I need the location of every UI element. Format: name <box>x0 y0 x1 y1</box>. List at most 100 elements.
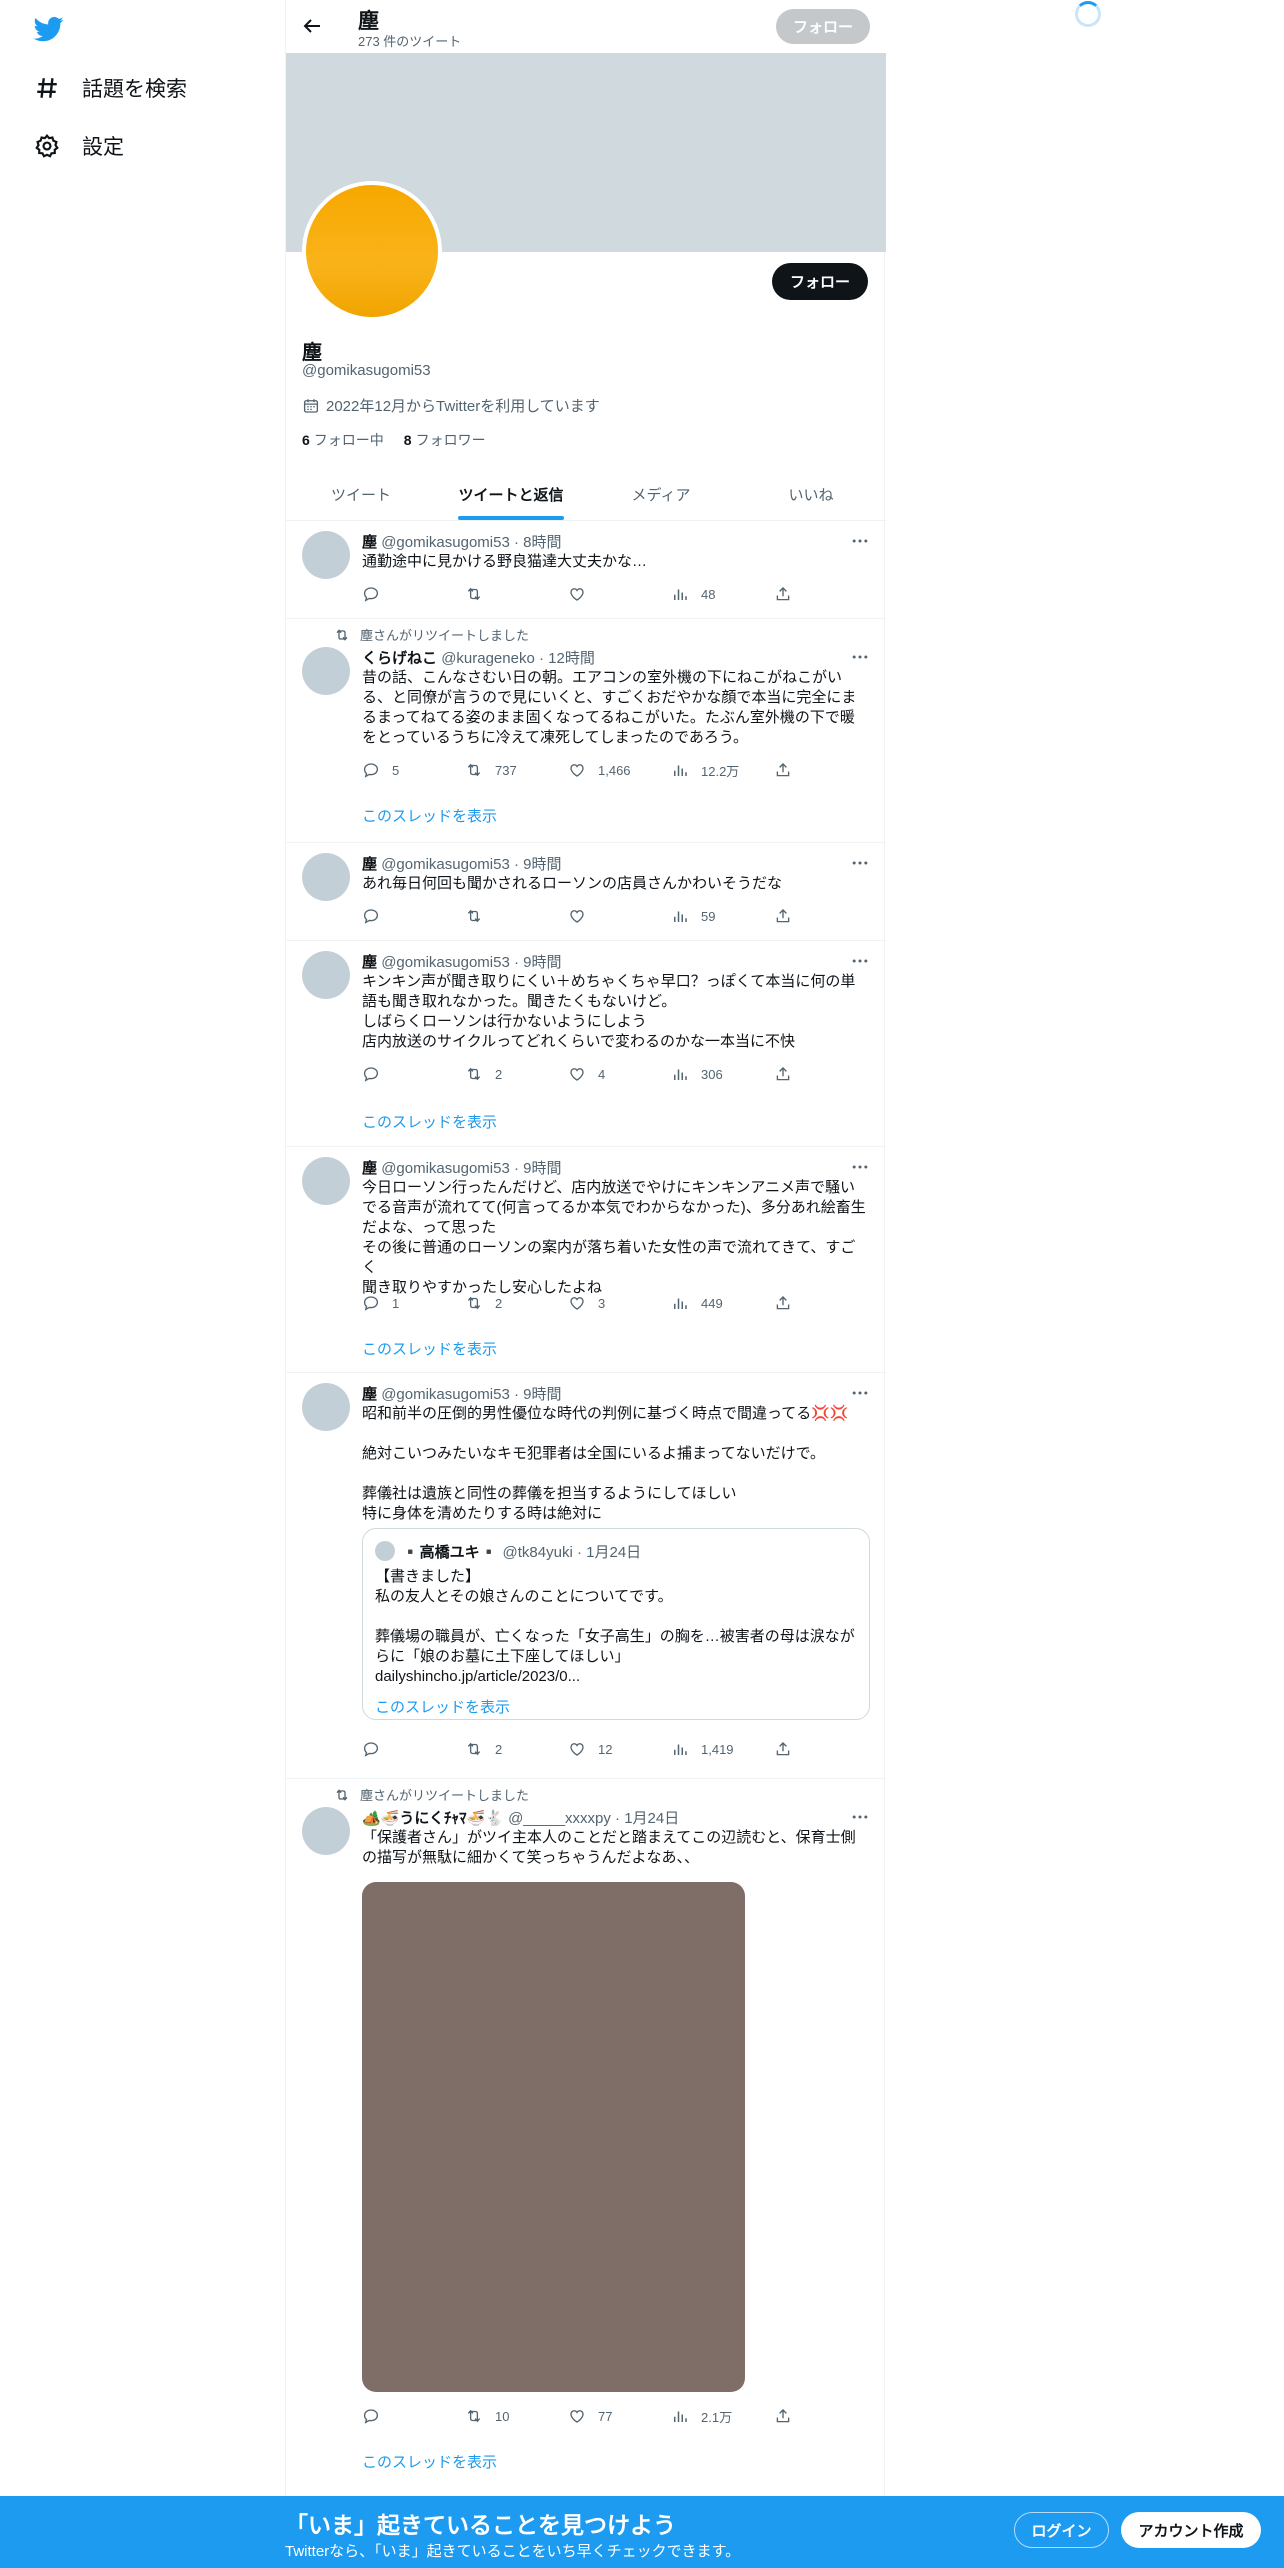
avatar[interactable] <box>302 647 350 695</box>
tweet-media-image[interactable] <box>362 1882 745 2392</box>
followers-link[interactable]: 8 フォロワー <box>404 430 486 450</box>
share-button[interactable] <box>774 1292 792 1314</box>
main-column: 塵 273 件のツイート フォロー フォロー 塵 @gomikasugomi53… <box>285 0 886 2568</box>
signup-button[interactable]: アカウント作成 <box>1121 2512 1261 2548</box>
tweet[interactable]: 塵 @gomikasugomi53 · 9時間 キンキン声が聞き取りにくい＋めち… <box>286 941 886 1147</box>
avatar[interactable] <box>302 1807 350 1855</box>
like-button[interactable]: 12 <box>568 1738 648 1760</box>
like-button[interactable]: 3 <box>568 1292 648 1314</box>
following-link[interactable]: 6 フォロー中 <box>302 430 384 450</box>
bottom-bar-title: 「いま」起きていることを見つけよう <box>285 2512 676 2538</box>
retweet-button[interactable]: 737 <box>465 759 545 781</box>
quoted-tweet[interactable]: ▪️高橋ユキ▪️ @tk84yuki · 1月24日 【書きました】 私の友人とそ… <box>362 1528 870 1720</box>
more-icon[interactable] <box>850 951 870 971</box>
heart-icon <box>570 1743 584 1756</box>
more-icon[interactable] <box>850 647 870 667</box>
share-button[interactable] <box>774 759 792 781</box>
header-follow-button[interactable]: フォロー <box>776 9 870 44</box>
share-button[interactable] <box>774 905 792 927</box>
avatar[interactable] <box>302 531 350 579</box>
views-button[interactable]: 449 <box>671 1292 751 1314</box>
reply-icon <box>363 587 379 602</box>
follow-button[interactable]: フォロー <box>772 263 868 300</box>
profile-avatar[interactable] <box>302 181 442 321</box>
tweet-text: あれ毎日何回も聞かされるローソンの店員さんかわいそうだな <box>362 875 783 892</box>
tab-tweets-replies[interactable]: ツイートと返信 <box>436 468 586 520</box>
tweet-header: くらげねこ @kurageneko · 12時間 <box>362 650 595 667</box>
reply-button[interactable]: 5 <box>362 759 442 781</box>
retweet-button[interactable] <box>465 583 545 605</box>
share-icon <box>776 587 790 601</box>
show-thread-link[interactable]: このスレッドを表示 <box>362 2451 497 2472</box>
tweet[interactable]: 塵 @gomikasugomi53 · 8時間 通勤途中に見かける野良猫達大丈夫… <box>286 521 886 619</box>
more-icon[interactable] <box>850 1807 870 1827</box>
show-thread-link[interactable]: このスレッドを表示 <box>375 1696 510 1717</box>
retweet-button[interactable] <box>465 905 545 927</box>
tweet[interactable]: 塵さんがリツイートしました くらげねこ @kurageneko · 12時間 昔… <box>286 619 886 843</box>
tweet[interactable]: 塵 @gomikasugomi53 · 9時間 昭和前半の圧倒的男性優位な時代の… <box>286 1373 886 1779</box>
quote-text: 【書きました】 私の友人とその娘さんのことについてです。 葬儀場の職員が、亡くなった… <box>375 1568 855 1685</box>
tweet[interactable]: 塵 @gomikasugomi53 · 9時間 今日ローソン行ったんだけど、店内… <box>286 1147 886 1373</box>
reply-button[interactable]: 1 <box>362 1292 442 1314</box>
tweet-actions: 10 77 2.1万 <box>362 2405 792 2427</box>
retweet-button[interactable]: 10 <box>465 2405 545 2427</box>
retweet-icon <box>467 2409 481 2423</box>
tab-tweets[interactable]: ツイート <box>286 468 436 520</box>
tab-likes[interactable]: いいね <box>736 468 886 520</box>
more-icon[interactable] <box>850 853 870 873</box>
avatar[interactable] <box>302 951 350 999</box>
share-button[interactable] <box>774 1738 792 1760</box>
bar-chart-icon <box>674 2411 687 2422</box>
more-icon[interactable] <box>850 1157 870 1177</box>
profile-name: 塵 <box>302 342 322 364</box>
more-icon[interactable] <box>850 531 870 551</box>
login-button[interactable]: ログイン <box>1014 2512 1109 2548</box>
reply-button[interactable] <box>362 1738 442 1760</box>
like-button[interactable] <box>568 583 648 605</box>
retweet-button[interactable]: 2 <box>465 1063 545 1085</box>
share-button[interactable] <box>774 2405 792 2427</box>
views-button[interactable]: 12.2万 <box>671 759 751 781</box>
back-arrow-icon[interactable] <box>300 14 324 38</box>
avatar[interactable] <box>302 1157 350 1205</box>
header-tweet-count: 273 件のツイート <box>358 34 462 49</box>
show-thread-link[interactable]: このスレッドを表示 <box>362 1338 497 1359</box>
reply-button[interactable] <box>362 905 442 927</box>
tab-media[interactable]: メディア <box>586 468 736 520</box>
tweet-text: 昔の話、こんなさむい日の朝。エアコンの室外機の下にねこがねこがい る、と同僚が言う… <box>362 669 857 746</box>
views-button[interactable]: 59 <box>671 905 751 927</box>
nav-settings[interactable]: 設定 <box>34 131 124 161</box>
nav-explore[interactable]: 話題を検索 <box>34 73 187 103</box>
share-button[interactable] <box>774 583 792 605</box>
share-button[interactable] <box>774 1063 792 1085</box>
twitter-bird-icon[interactable] <box>32 14 66 44</box>
reply-icon <box>363 1296 379 1311</box>
views-button[interactable]: 306 <box>671 1063 751 1085</box>
show-thread-link[interactable]: このスレッドを表示 <box>362 805 497 826</box>
like-button[interactable] <box>568 905 648 927</box>
tweet-header: 塵 @gomikasugomi53 · 9時間 <box>362 1160 562 1177</box>
retweet-button[interactable]: 2 <box>465 1292 545 1314</box>
bar-chart-icon <box>674 1744 687 1755</box>
like-button[interactable]: 77 <box>568 2405 648 2427</box>
heart-icon <box>570 1068 584 1081</box>
avatar[interactable] <box>302 1383 350 1431</box>
retweet-icon <box>336 1788 348 1801</box>
reply-button[interactable] <box>362 583 442 605</box>
views-button[interactable]: 1,419 <box>671 1738 751 1760</box>
retweet-button[interactable]: 2 <box>465 1738 545 1760</box>
bar-chart-icon <box>674 911 687 922</box>
signup-bottom-bar: 「いま」起きていることを見つけよう Twitterなら、「いま」起きていることを… <box>0 2496 1284 2568</box>
tweet[interactable]: 塵 @gomikasugomi53 · 9時間 あれ毎日何回も聞かされるローソン… <box>286 843 886 941</box>
avatar[interactable] <box>302 853 350 901</box>
reply-button[interactable] <box>362 1063 442 1085</box>
like-button[interactable]: 1,466 <box>568 759 648 781</box>
show-thread-link[interactable]: このスレッドを表示 <box>362 1111 497 1132</box>
like-button[interactable]: 4 <box>568 1063 648 1085</box>
views-button[interactable]: 2.1万 <box>671 2405 751 2427</box>
more-icon[interactable] <box>850 1383 870 1403</box>
tweet[interactable]: 塵さんがリツイートしました 🏕️🍜うにくﾁｬﾏ🍜🐇 @_____xxxxpy ·… <box>286 1779 886 2496</box>
views-button[interactable]: 48 <box>671 583 751 605</box>
share-icon <box>776 909 790 923</box>
reply-button[interactable] <box>362 2405 442 2427</box>
